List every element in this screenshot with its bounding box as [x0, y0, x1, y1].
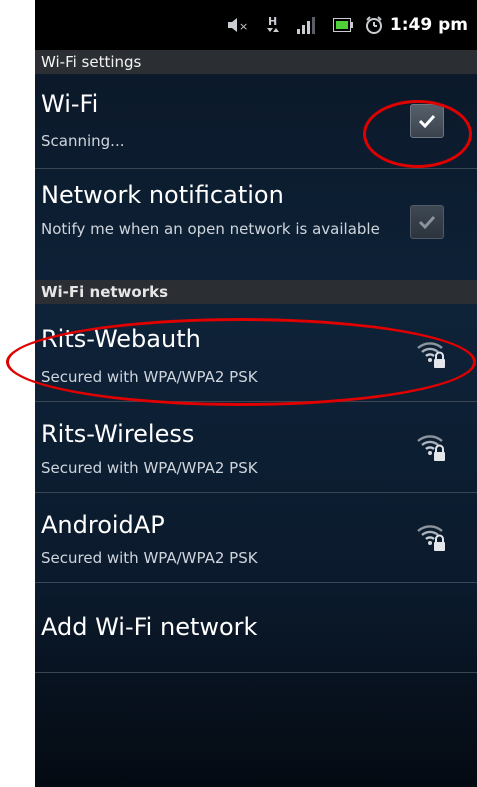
status-time: 1:49 pm [389, 15, 468, 35]
network-notification-title: Network notification [41, 181, 284, 209]
network-item[interactable]: AndroidAP Secured with WPA/WPA2 PSK [35, 493, 477, 582]
add-wifi-network-item[interactable]: Add Wi-Fi network [35, 583, 477, 672]
divider [35, 672, 477, 673]
hspa-icon: H [265, 0, 281, 50]
annotation-circle-rits-webauth [6, 318, 476, 406]
battery-icon [333, 0, 353, 50]
annotation-circle-wifi-checkbox [363, 100, 472, 168]
network-security: Secured with WPA/WPA2 PSK [41, 549, 258, 567]
network-security: Secured with WPA/WPA2 PSK [41, 459, 258, 477]
page-title: Wi-Fi settings [35, 50, 477, 74]
wifi-toggle-summary: Scanning... [41, 132, 125, 150]
alarm-icon [365, 0, 383, 50]
network-item[interactable]: Rits-Wireless Secured with WPA/WPA2 PSK [35, 402, 477, 492]
mute-icon: × [228, 0, 250, 50]
signal-icon [297, 0, 317, 50]
status-bar: × H 1:49 pm [35, 0, 477, 50]
network-ssid: Rits-Wireless [41, 420, 195, 448]
network-notification-summary: Notify me when an open network is availa… [41, 220, 380, 238]
wifi-toggle-title: Wi-Fi [41, 90, 99, 118]
network-ssid: AndroidAP [41, 511, 165, 539]
network-notification-row[interactable]: Network notification Notify me when an o… [35, 169, 477, 280]
checkmark-icon [418, 215, 436, 230]
add-wifi-network-label: Add Wi-Fi network [41, 613, 258, 641]
svg-text:×: × [239, 20, 248, 32]
wifi-locked-icon [417, 525, 445, 551]
wifi-locked-icon [417, 435, 445, 461]
svg-text:H: H [268, 15, 277, 28]
network-notification-checkbox[interactable] [410, 205, 444, 239]
section-header-wifi-networks: Wi-Fi networks [35, 280, 477, 304]
